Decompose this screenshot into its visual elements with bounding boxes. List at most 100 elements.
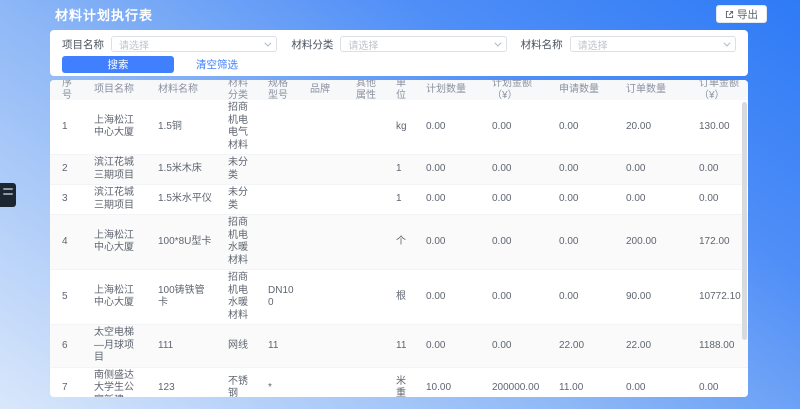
floating-widget-tab[interactable]: [0, 183, 16, 207]
table-cell: 1: [50, 100, 84, 154]
table-cell: 200.00: [616, 215, 689, 269]
table-cell: [346, 215, 386, 269]
table-cell: [300, 270, 346, 324]
filter-label: 项目名称: [62, 37, 104, 52]
widget-line-icon: [3, 193, 13, 195]
table-cell: 0.00: [482, 270, 549, 324]
table-cell: 0.00: [416, 185, 482, 214]
chevron-down-icon: [265, 39, 272, 46]
table-cell: 1: [386, 155, 416, 184]
table-row[interactable]: 6太空电梯—月球项目111网线11110.000.0022.0022.00118…: [50, 325, 748, 368]
table-cell: 7: [50, 368, 84, 398]
column-header: 品牌: [300, 82, 346, 99]
table-cell: [300, 368, 346, 398]
table-cell: 4: [50, 215, 84, 269]
table-cell: DN100: [258, 270, 300, 324]
filter-select-2[interactable]: 请选择: [570, 36, 736, 52]
page: 材料计划执行表 导出 项目名称请选择材料分类请选择材料名称请选择 搜索 清空筛选…: [0, 0, 800, 409]
search-button[interactable]: 搜索: [62, 56, 174, 73]
table-row[interactable]: 4上海松江中心大厦100*8U型卡招商机电水暖材料个0.000.000.0020…: [50, 215, 748, 270]
chevron-down-icon: [494, 39, 501, 46]
table-cell: [258, 100, 300, 154]
table-body: 1上海松江中心大厦1.5铜招商机电电气材料kg0.000.000.0020.00…: [50, 100, 748, 397]
export-button[interactable]: 导出: [716, 5, 767, 23]
table-cell: 上海松江中心大厦: [84, 100, 148, 154]
table-cell: [346, 155, 386, 184]
table-cell: 不锈钢: [218, 368, 258, 398]
table-cell: 招商机电水暖材料: [218, 270, 258, 324]
filter-group-1: 材料分类请选择: [291, 36, 506, 52]
table-cell: 0.00: [549, 215, 616, 269]
select-placeholder: 请选择: [348, 37, 378, 52]
table-cell: 招商机电电气材料: [218, 100, 258, 154]
filter-select-1[interactable]: 请选择: [340, 36, 506, 52]
table-cell: 0.00: [482, 100, 549, 154]
table-cell: 0.00: [416, 325, 482, 367]
table-cell: 22.00: [549, 325, 616, 367]
widget-line-icon: [3, 188, 13, 190]
table-cell: 0.00: [689, 185, 748, 214]
table-cell: 200000.00: [482, 368, 549, 398]
table-cell: 0.00: [416, 155, 482, 184]
table-cell: 未分类: [218, 155, 258, 184]
chevron-down-icon: [723, 39, 730, 46]
table-cell: 个: [386, 215, 416, 269]
table-row[interactable]: 3滨江花城三期项目1.5米水平仪未分类10.000.000.000.000.00: [50, 185, 748, 215]
table-cell: 0.00: [689, 368, 748, 398]
filter-actions-row: 搜索 清空筛选: [62, 56, 736, 73]
table-cell: 根: [386, 270, 416, 324]
table-cell: [346, 368, 386, 398]
filter-group-0: 项目名称请选择: [62, 36, 277, 52]
filter-label: 材料分类: [291, 37, 333, 52]
table-row[interactable]: 7南侧盛达大学生公寓新建123不锈钢*米重10.00200000.0011.00…: [50, 368, 748, 398]
vertical-scrollbar-thumb[interactable]: [742, 102, 747, 340]
table-cell: 10772.10: [689, 270, 748, 324]
table-cell: 1188.00: [689, 325, 748, 367]
table-cell: 1.5米水平仪: [148, 185, 218, 214]
table-row[interactable]: 2滨江花城三期项目1.5米木床未分类10.000.000.000.000.00: [50, 155, 748, 185]
table-cell: 2: [50, 155, 84, 184]
export-icon: [725, 10, 734, 19]
table-cell: 5: [50, 270, 84, 324]
table-cell: 0.00: [416, 270, 482, 324]
table-cell: 130.00: [689, 100, 748, 154]
table-cell: 0.00: [689, 155, 748, 184]
table-row[interactable]: 1上海松江中心大厦1.5铜招商机电电气材料kg0.000.000.0020.00…: [50, 100, 748, 155]
table-cell: 11: [258, 325, 300, 367]
table-cell: 0.00: [549, 270, 616, 324]
table-cell: kg: [386, 100, 416, 154]
clear-filters-link[interactable]: 清空筛选: [196, 57, 238, 72]
table-cell: 网线: [218, 325, 258, 367]
table-cell: [258, 185, 300, 214]
table-row[interactable]: 5上海松江中心大厦100铸铁管卡招商机电水暖材料DN100根0.000.000.…: [50, 270, 748, 325]
table-cell: 11: [386, 325, 416, 367]
table-cell: 未分类: [218, 185, 258, 214]
table-cell: 0.00: [416, 100, 482, 154]
table-cell: [300, 100, 346, 154]
table-cell: 123: [148, 368, 218, 398]
table-cell: 0.00: [416, 215, 482, 269]
table-cell: 0.00: [482, 185, 549, 214]
export-button-label: 导出: [737, 7, 758, 22]
table-cell: 6: [50, 325, 84, 367]
table-cell: 90.00: [616, 270, 689, 324]
column-header: 申请数量: [549, 82, 616, 99]
filter-select-0[interactable]: 请选择: [111, 36, 277, 52]
table-panel: 序号项目名称材料名称材料分类规格型号品牌其他属性单位计划数量计划金额（¥）申请数…: [50, 80, 748, 397]
table-cell: 10.00: [416, 368, 482, 398]
filter-group-2: 材料名称请选择: [521, 36, 736, 52]
table-cell: 100铸铁管卡: [148, 270, 218, 324]
table-cell: 0.00: [549, 185, 616, 214]
table-cell: [300, 325, 346, 367]
table-header-row: 序号项目名称材料名称材料分类规格型号品牌其他属性单位计划数量计划金额（¥）申请数…: [50, 80, 748, 100]
table-cell: 滨江花城三期项目: [84, 155, 148, 184]
column-header: 订单数量: [616, 82, 689, 99]
table-cell: [300, 155, 346, 184]
vertical-scrollbar[interactable]: [742, 102, 747, 340]
page-title: 材料计划执行表: [55, 5, 153, 24]
table-cell: 3: [50, 185, 84, 214]
table-cell: 20.00: [616, 100, 689, 154]
filter-panel: 项目名称请选择材料分类请选择材料名称请选择 搜索 清空筛选: [50, 30, 748, 76]
top-bar: 材料计划执行表 导出: [0, 0, 800, 28]
table-cell: [300, 215, 346, 269]
